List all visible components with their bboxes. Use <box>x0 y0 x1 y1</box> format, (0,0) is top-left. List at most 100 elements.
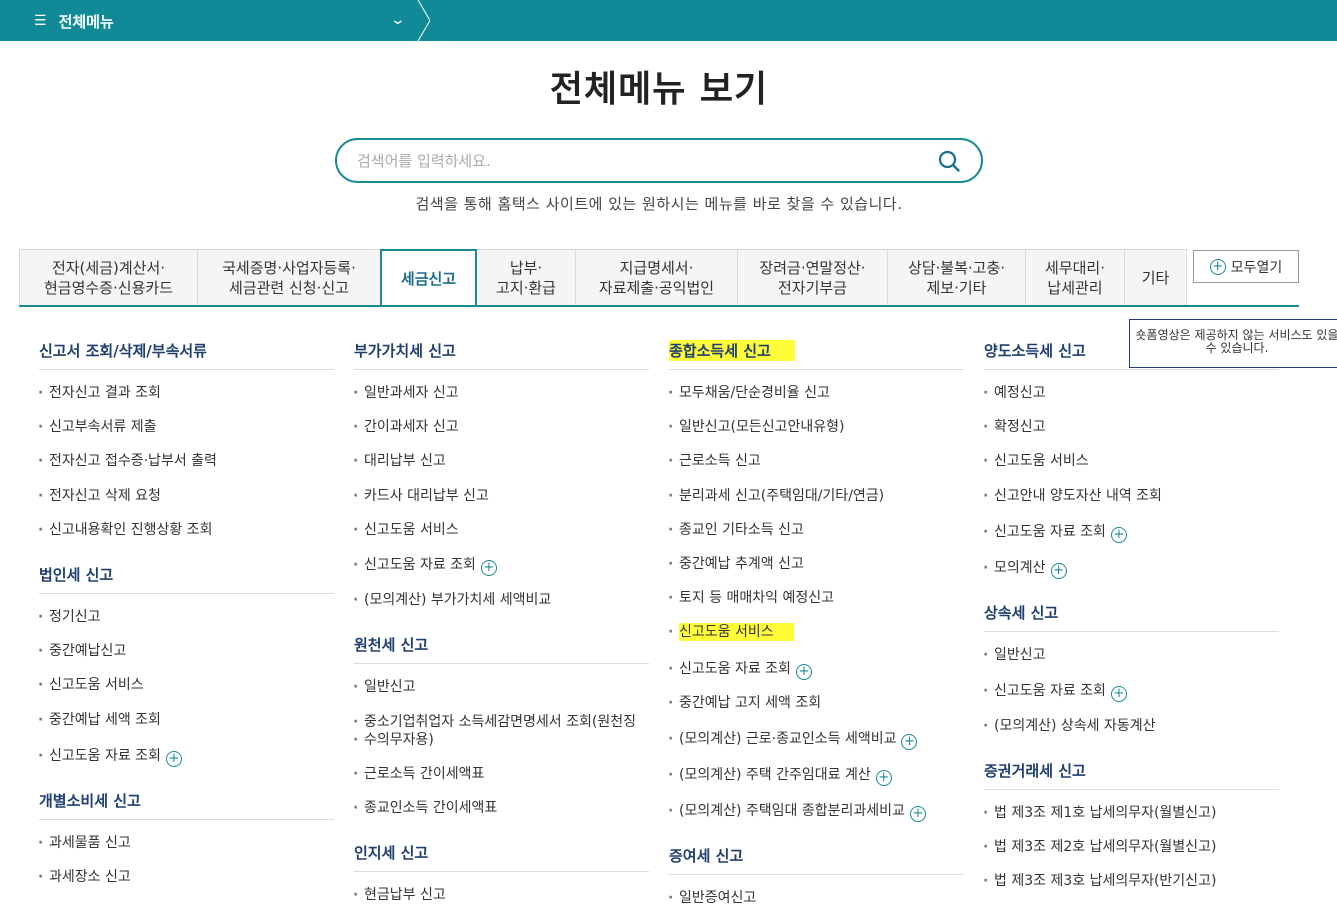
menu-item-expandable[interactable]: 신고도움 자료 조회+ <box>983 523 1127 543</box>
section-title[interactable]: 원천세 신고 <box>354 634 428 655</box>
menu-item[interactable]: 근로소득 신고 <box>668 452 761 470</box>
section-title[interactable]: 증권거래세 신고 <box>984 760 1086 781</box>
menu-item-expandable[interactable]: 신고도움 자료 조회+ <box>983 682 1127 702</box>
section-divider <box>984 789 1279 790</box>
category-tabs: 전자(세금)계산서· 현금영수증·신용카드 국세증명·사업자등록· 세금관련 신… <box>19 249 1187 307</box>
menu-item[interactable]: (모의계산) 부가가치세 세액비교 <box>353 591 551 609</box>
section-title[interactable]: 개별소비세 신고 <box>39 790 141 811</box>
menu-item[interactable]: 법 제3조 제2호 납세의무자(월별신고) <box>983 838 1216 856</box>
menu-item[interactable]: 신고도움 서비스 <box>38 676 144 694</box>
plus-circle-icon[interactable]: + <box>1110 527 1127 543</box>
menu-item[interactable]: 일반신고 <box>353 678 415 696</box>
menu-item[interactable]: 전자신고 접수증·납부서 출력 <box>38 452 217 470</box>
menu-item-highlighted[interactable]: 신고도움 서비스 <box>668 623 794 641</box>
section-divider <box>354 663 649 664</box>
menu-item[interactable]: 토지 등 매매차익 예정신고 <box>668 589 834 607</box>
all-menu-button[interactable]: ☰ 전체메뉴 <box>34 10 114 32</box>
menu-item-label: (모의계산) 주택임대 종합분리과세비교 <box>679 803 905 819</box>
tab-payment-statement[interactable]: 지급명세서· 자료제출·공익법인 <box>576 249 738 306</box>
top-nav-bar: ☰ 전체메뉴 ⌄ <box>0 0 1337 41</box>
section-title[interactable]: 양도소득세 신고 <box>984 340 1086 361</box>
menu-item[interactable]: 신고내용확인 진행상황 조회 <box>38 521 213 539</box>
menu-item[interactable]: 모두채움/단순경비율 신고 <box>668 384 830 402</box>
section-title-highlighted[interactable]: 종합소득세 신고 <box>669 340 795 361</box>
tab-payment-refund[interactable]: 납부· 고지·환급 <box>477 249 576 306</box>
menu-item-expandable[interactable]: (모의계산) 주택 간주임대료 계산+ <box>668 766 892 786</box>
plus-circle-icon[interactable]: + <box>1050 563 1067 579</box>
plus-circle-icon[interactable]: + <box>795 664 812 680</box>
menu-item-expandable[interactable]: 모의계산+ <box>983 559 1067 579</box>
tab-tax-agent[interactable]: 세무대리· 납세관리 <box>1026 249 1125 306</box>
menu-item[interactable]: 과세물품 신고 <box>38 834 131 852</box>
menu-item[interactable]: 법 제3조 제3호 납세의무자(반기신고) <box>983 872 1216 890</box>
menu-item[interactable]: 법 제3조 제1호 납세의무자(월별신고) <box>983 804 1216 822</box>
search-input[interactable] <box>357 150 927 172</box>
menu-item[interactable]: 분리과세 신고(주택임대/기타/연금) <box>668 487 884 505</box>
tab-etc[interactable]: 기타 <box>1125 249 1187 306</box>
section-divider <box>354 871 649 872</box>
plus-circle-icon[interactable]: + <box>909 806 926 822</box>
open-all-button[interactable]: + 모두열기 <box>1193 250 1299 283</box>
tab-consultation[interactable]: 상담·불복·고충· 제보·기타 <box>888 249 1026 306</box>
plus-circle-icon: + <box>1209 258 1226 275</box>
menu-item-expandable[interactable]: (모의계산) 근로·종교인소득 세액비교+ <box>668 730 918 750</box>
menu-item[interactable]: 중간예납 세액 조회 <box>38 711 161 729</box>
menu-item[interactable]: 전자신고 결과 조회 <box>38 384 161 402</box>
menu-item[interactable]: 과세장소 신고 <box>38 868 131 886</box>
menu-item[interactable]: 중간예납신고 <box>38 642 126 660</box>
menu-item-expandable[interactable]: 신고도움 자료 조회+ <box>353 556 497 576</box>
menu-item[interactable]: 확정신고 <box>983 418 1045 436</box>
menu-item[interactable]: (모의계산) 상속세 자동계산 <box>983 717 1155 735</box>
plus-circle-icon[interactable]: + <box>875 770 892 786</box>
tabs-underline <box>19 305 1299 307</box>
section-title[interactable]: 인지세 신고 <box>354 842 428 863</box>
section-divider <box>39 593 334 594</box>
menu-item-expandable[interactable]: (모의계산) 주택임대 종합분리과세비교+ <box>668 802 926 822</box>
menu-item[interactable]: 간이과세자 신고 <box>353 418 459 436</box>
section-divider <box>984 369 1279 370</box>
menu-item[interactable]: 중소기업취업자 소득세감면명세서 조회(원천징 <box>353 713 636 731</box>
menu-item[interactable]: 근로소득 간이세액표 <box>353 765 484 783</box>
menu-item[interactable]: 중간예납 고지 세액 조회 <box>668 694 821 712</box>
search-icon[interactable] <box>937 149 961 173</box>
menu-item[interactable]: 정기신고 <box>38 608 100 626</box>
plus-circle-icon[interactable]: + <box>901 734 918 750</box>
plus-circle-icon[interactable]: + <box>480 560 497 576</box>
menu-item[interactable]: 일반증여신고 <box>668 889 756 907</box>
menu-item[interactable]: 종교인소득 간이세액표 <box>353 799 497 817</box>
menu-item[interactable]: 신고부속서류 제출 <box>38 418 156 436</box>
menu-item-continuation[interactable]: 수의무자용) <box>353 731 434 749</box>
menu-item[interactable]: 전자신고 삭제 요청 <box>38 487 161 505</box>
menu-item-expandable[interactable]: 신고도움 자료 조회+ <box>668 660 812 680</box>
chevron-down-icon[interactable]: ⌄ <box>390 12 406 28</box>
menu-item[interactable]: 대리납부 신고 <box>353 452 446 470</box>
menu-item[interactable]: 현금납부 신고 <box>353 886 446 904</box>
plus-circle-icon[interactable]: + <box>165 751 182 767</box>
menu-item-label: 신고도움 자료 조회 <box>994 683 1106 699</box>
plus-circle-icon[interactable]: + <box>1110 686 1127 702</box>
menu-item-label: 모의계산 <box>994 560 1046 576</box>
menu-item[interactable]: 종교인 기타소득 신고 <box>668 521 804 539</box>
menu-item[interactable]: 카드사 대리납부 신고 <box>353 487 489 505</box>
tab-incentives[interactable]: 장려금·연말정산· 전자기부금 <box>738 249 888 306</box>
all-menu-label: 전체메뉴 <box>58 12 114 31</box>
section-title[interactable]: 증여세 신고 <box>669 845 743 866</box>
menu-item[interactable]: 신고도움 서비스 <box>983 452 1089 470</box>
tab-tax-filing[interactable]: 세금신고 <box>380 249 477 307</box>
menu-item[interactable]: 일반신고 <box>983 646 1045 664</box>
menu-item[interactable]: 신고도움 서비스 <box>353 521 459 539</box>
menu-item[interactable]: 중간예납 추계액 신고 <box>668 555 804 573</box>
section-divider <box>669 874 964 875</box>
menu-item[interactable]: 예정신고 <box>983 384 1045 402</box>
menu-item[interactable]: 신고안내 양도자산 내역 조회 <box>983 487 1162 505</box>
section-title[interactable]: 부가가치세 신고 <box>354 340 456 361</box>
menu-item-label: (모의계산) 주택 간주임대료 계산 <box>679 767 871 783</box>
section-title[interactable]: 법인세 신고 <box>39 564 113 585</box>
section-title[interactable]: 신고서 조회/삭제/부속서류 <box>39 340 207 361</box>
section-title[interactable]: 상속세 신고 <box>984 602 1058 623</box>
menu-item[interactable]: 일반신고(모든신고안내유형) <box>668 418 845 436</box>
tab-e-invoice[interactable]: 전자(세금)계산서· 현금영수증·신용카드 <box>19 249 198 306</box>
menu-item-expandable[interactable]: 신고도움 자료 조회+ <box>38 747 182 767</box>
menu-item[interactable]: 일반과세자 신고 <box>353 384 459 402</box>
tab-certificates[interactable]: 국세증명·사업자등록· 세금관련 신청·신고 <box>198 249 381 306</box>
